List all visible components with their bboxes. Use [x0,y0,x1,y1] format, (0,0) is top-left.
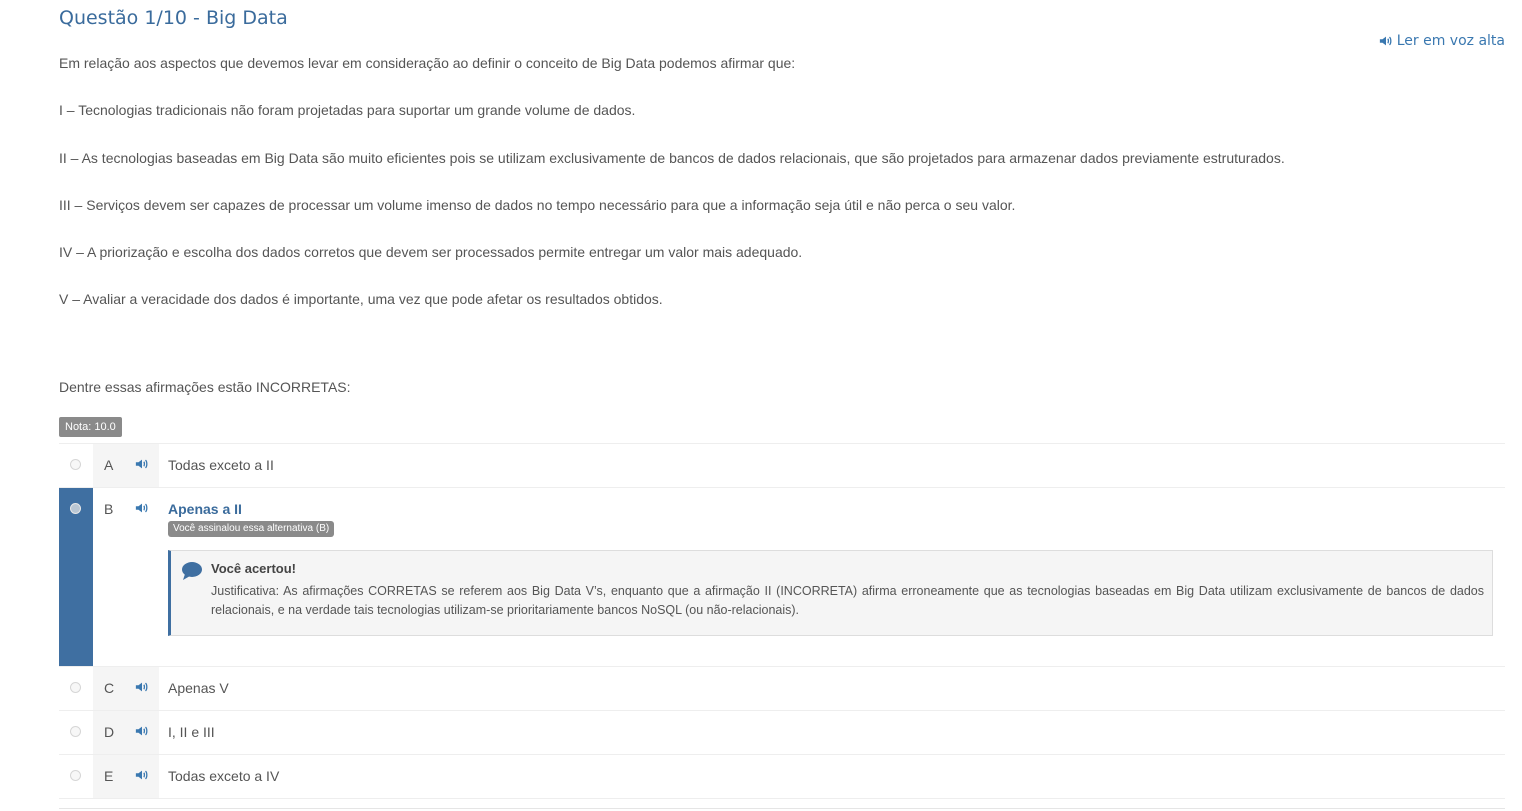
option-gutter [59,755,93,798]
statement-5: V – Avaliar a veracidade dos dados é imp… [59,291,663,307]
read-aloud-link[interactable]: Ler em voz alta [1379,33,1505,49]
feedback-box: Você acertou! Justificativa: As afirmaçõ… [168,550,1493,636]
option-e[interactable]: E Todas exceto a IV [59,755,1505,799]
option-letter-col: C [93,667,159,710]
statement-4: IV – A priorização e escolha dos dados c… [59,244,803,260]
option-letter: C [104,680,115,696]
option-text: I, II e III [168,724,215,740]
option-text: Apenas a II [168,501,242,517]
option-d[interactable]: D I, II e III [59,711,1505,755]
option-letter-col: D [93,711,159,754]
option-radio[interactable] [70,459,81,470]
speaker-icon[interactable] [135,457,149,471]
divider [59,808,1505,809]
statement-2: II – As tecnologias baseadas em Big Data… [59,150,1285,166]
question-title: Questão 1/10 - Big Data [59,7,288,29]
option-letter-col: B [93,488,159,666]
option-radio[interactable] [70,503,81,514]
option-text: Todas exceto a IV [168,768,280,784]
option-content: I, II e III [159,711,1505,754]
option-content: Todas exceto a IV [159,755,1505,798]
option-letter-col: E [93,755,159,798]
option-gutter [59,667,93,710]
answer-options: A Todas exceto a II B Apenas a II Você a [59,443,1505,799]
option-a[interactable]: A Todas exceto a II [59,444,1505,488]
option-letter: D [104,724,115,740]
option-gutter [59,711,93,754]
option-text: Todas exceto a II [168,457,274,473]
option-c[interactable]: C Apenas V [59,667,1505,711]
option-letter: E [104,768,114,784]
question-prompt: Dentre essas afirmações estão INCORRETAS… [59,379,351,395]
option-b[interactable]: B Apenas a II Você assinalou essa altern… [59,488,1505,667]
speaker-icon [1379,36,1392,46]
feedback-title: Você acertou! [211,561,297,576]
statement-1: I – Tecnologias tradicionais não foram p… [59,102,636,118]
option-content: Apenas V [159,667,1505,710]
option-gutter [59,444,93,487]
comment-icon [182,562,202,580]
speaker-icon[interactable] [135,724,149,738]
speaker-icon[interactable] [135,501,149,515]
read-aloud-label: Ler em voz alta [1396,33,1505,49]
option-letter: B [104,501,114,517]
option-text: Apenas V [168,680,229,696]
speaker-icon[interactable] [135,680,149,694]
feedback-text: Justificativa: As afirmações CORRETAS se… [211,584,1484,617]
option-content: Apenas a II Você assinalou essa alternat… [159,488,1505,666]
speaker-icon[interactable] [135,768,149,782]
option-radio[interactable] [70,770,81,781]
option-letter: A [104,457,114,473]
option-radio[interactable] [70,726,81,737]
option-letter-col: A [93,444,159,487]
selected-badge: Você assinalou essa alternativa (B) [168,521,335,537]
grade-badge: Nota: 10.0 [59,417,122,437]
question-intro: Em relação aos aspectos que devemos leva… [59,55,796,71]
option-content: Todas exceto a II [159,444,1505,487]
option-radio[interactable] [70,682,81,693]
option-gutter [59,488,93,666]
statement-3: III – Serviços devem ser capazes de proc… [59,197,1016,213]
